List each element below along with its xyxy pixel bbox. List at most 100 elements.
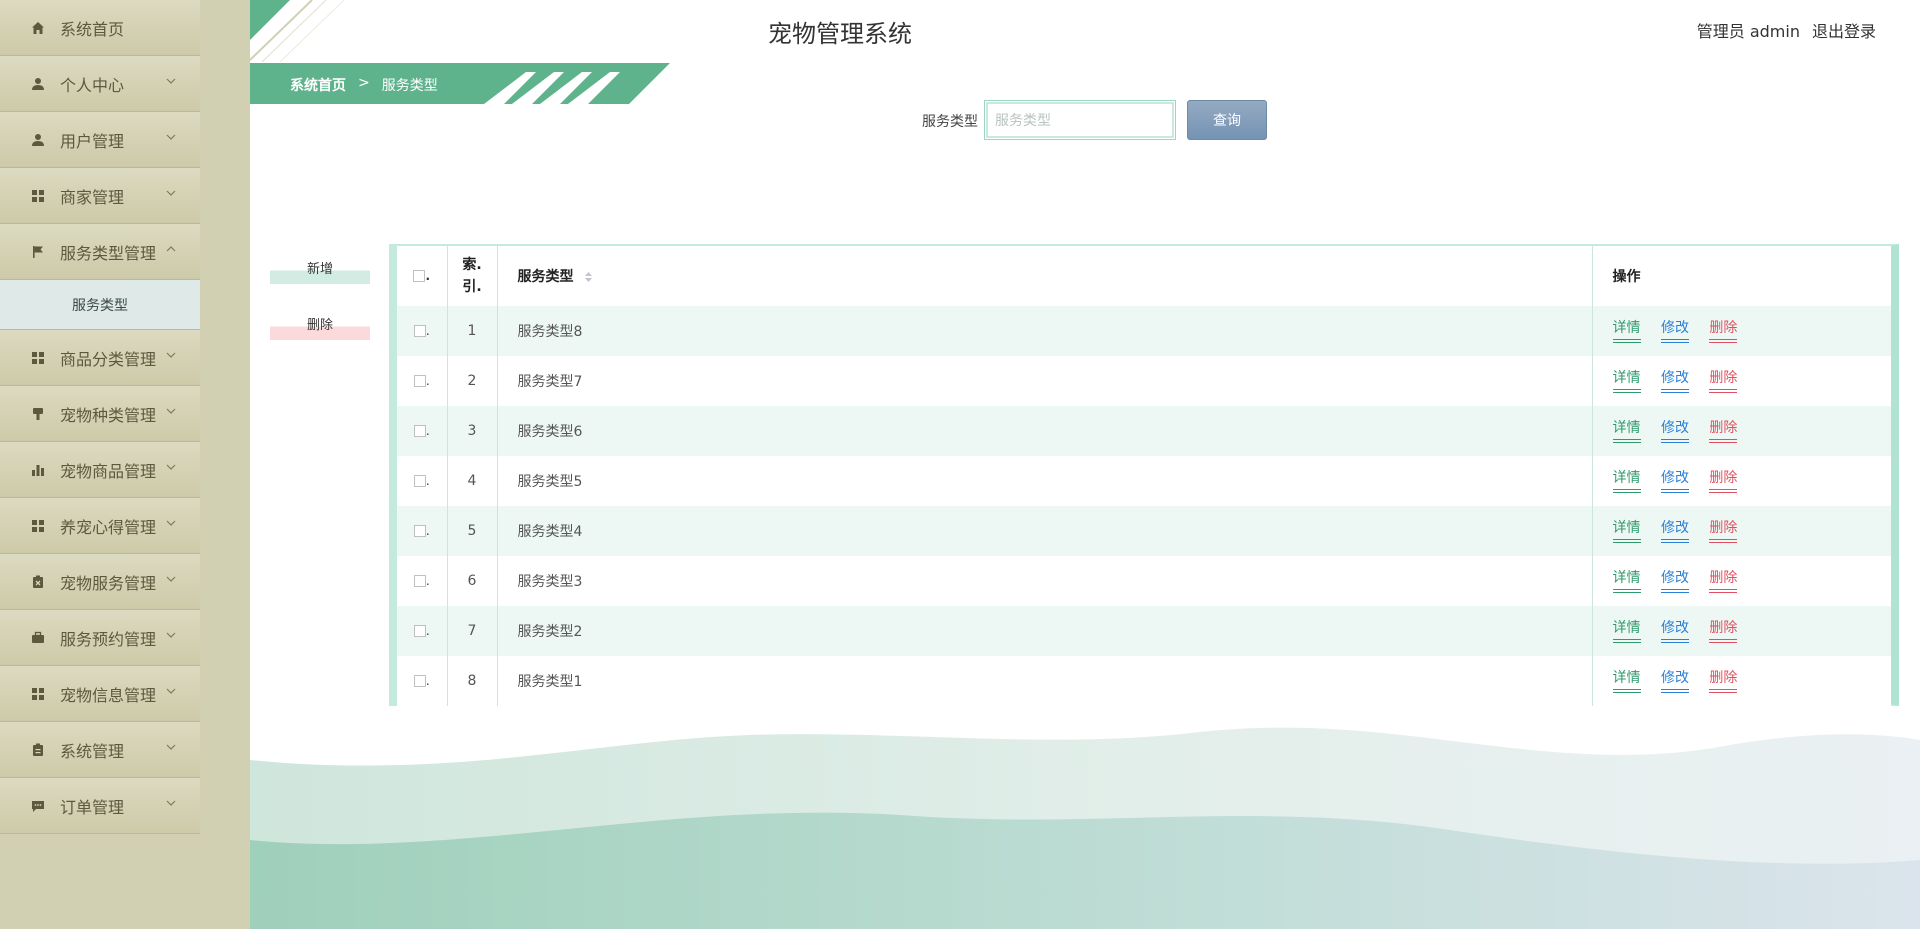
grid-icon (30, 350, 46, 366)
delete-link[interactable]: 删除 (1709, 419, 1738, 443)
table-row: . 8 服务类型1 详情 修改 删除 (397, 656, 1891, 706)
row-checkbox[interactable] (413, 475, 426, 487)
sort-icon[interactable] (584, 271, 593, 283)
row-index: 8 (447, 656, 498, 706)
breadcrumb-home[interactable]: 系统首页 (290, 75, 346, 95)
select-all-cell[interactable]: . (397, 246, 448, 306)
select-all-checkbox[interactable] (413, 270, 426, 282)
sidebar-item-merchant-management[interactable]: 商家管理 (0, 168, 200, 224)
delete-link[interactable]: 删除 (1709, 569, 1738, 593)
chevron-down-icon (166, 800, 176, 806)
user-area: 管理员 admin 退出登录 (1697, 18, 1876, 42)
table-row: . 7 服务类型2 详情 修改 删除 (397, 606, 1891, 656)
edit-link[interactable]: 修改 (1660, 519, 1689, 543)
detail-link[interactable]: 详情 (1612, 519, 1641, 543)
sidebar-item-home[interactable]: 系统首页 (0, 0, 200, 56)
delete-link[interactable]: 删除 (1709, 369, 1738, 393)
sidebar-item-label: 宠物种类管理 (60, 405, 157, 425)
add-button[interactable]: 新增 (270, 254, 370, 284)
sidebar-item-service-type-management[interactable]: 服务类型管理 (0, 224, 200, 280)
edit-link[interactable]: 修改 (1660, 619, 1689, 643)
user-label: 管理员 admin (1696, 22, 1800, 41)
row-service-type: 服务类型1 (497, 656, 1593, 706)
table-row: . 3 服务类型6 详情 修改 删除 (397, 406, 1891, 456)
search-input[interactable] (984, 100, 1176, 140)
header-decoration (250, 0, 345, 62)
row-index: 6 (447, 556, 498, 606)
sidebar-item-label: 系统首页 (60, 19, 125, 39)
table-row: . 5 服务类型4 详情 修改 删除 (397, 506, 1891, 556)
sidebar-item-label: 宠物商品管理 (60, 461, 157, 481)
table-header-row: . 索. 引. 服务类型 操作 (397, 246, 1891, 306)
sidebar-item-pet-product-management[interactable]: 宠物商品管理 (0, 442, 200, 498)
page-title: 宠物管理系统 (768, 20, 912, 48)
detail-link[interactable]: 详情 (1612, 569, 1641, 593)
delete-link[interactable]: 删除 (1709, 319, 1738, 343)
detail-link[interactable]: 详情 (1612, 319, 1641, 343)
table-row: . 4 服务类型5 详情 修改 删除 (397, 456, 1891, 506)
edit-link[interactable]: 修改 (1660, 669, 1689, 693)
sidebar-item-pet-experience-management[interactable]: 养宠心得管理 (0, 498, 200, 554)
home-icon (30, 20, 46, 36)
chat-icon (30, 798, 46, 814)
detail-link[interactable]: 详情 (1612, 669, 1641, 693)
edit-link[interactable]: 修改 (1660, 369, 1689, 393)
sidebar-item-system-management[interactable]: 系统管理 (0, 722, 200, 778)
sidebar-item-product-category-management[interactable]: 商品分类管理 (0, 330, 200, 386)
delete-button[interactable]: 删除 (270, 310, 370, 340)
bar-chart-icon (30, 462, 46, 478)
delete-link[interactable]: 删除 (1709, 469, 1738, 493)
sidebar-item-user-management[interactable]: 用户管理 (0, 112, 200, 168)
logout-link[interactable]: 退出登录 (1812, 18, 1876, 42)
submenu-item-service-type[interactable]: 服务类型 (0, 280, 200, 330)
sidebar-item-order-management[interactable]: 订单管理 (0, 778, 200, 834)
chevron-down-icon (166, 576, 176, 582)
brush-icon (30, 406, 46, 422)
sidebar-item-pet-species-management[interactable]: 宠物种类管理 (0, 386, 200, 442)
delete-link[interactable]: 删除 (1709, 619, 1738, 643)
detail-link[interactable]: 详情 (1612, 369, 1641, 393)
operations-header: 操作 (1612, 269, 1641, 285)
row-checkbox[interactable] (413, 625, 426, 637)
sidebar-item-service-booking-management[interactable]: 服务预约管理 (0, 610, 200, 666)
sidebar-item-pet-service-management[interactable]: 宠物服务管理 (0, 554, 200, 610)
clipboard-icon (30, 742, 46, 758)
detail-link[interactable]: 详情 (1612, 469, 1641, 493)
detail-link[interactable]: 详情 (1612, 419, 1641, 443)
sidebar-item-label: 服务预约管理 (60, 629, 157, 649)
row-checkbox[interactable] (413, 575, 426, 587)
row-checkbox[interactable] (413, 325, 426, 337)
query-button[interactable]: 查询 (1187, 100, 1267, 140)
sidebar-item-pet-info-management[interactable]: 宠物信息管理 (0, 666, 200, 722)
row-checkbox[interactable] (413, 675, 426, 687)
sidebar-item-label: 养宠心得管理 (60, 517, 157, 537)
sidebar-item-personal-center[interactable]: 个人中心 (0, 56, 200, 112)
sidebar-item-label: 个人中心 (60, 75, 125, 95)
edit-link[interactable]: 修改 (1660, 319, 1689, 343)
service-type-header[interactable]: 服务类型 (497, 246, 1593, 306)
sidebar-item-label: 服务类型管理 (60, 243, 157, 263)
row-service-type: 服务类型7 (497, 356, 1593, 406)
chevron-down-icon (166, 520, 176, 526)
row-service-type: 服务类型8 (497, 306, 1593, 356)
detail-link[interactable]: 详情 (1612, 619, 1641, 643)
row-checkbox[interactable] (413, 425, 426, 437)
user-icon (30, 132, 46, 148)
sidebar-item-label: 宠物信息管理 (60, 685, 157, 705)
breadcrumb-current: 服务类型 (381, 78, 438, 94)
row-checkbox[interactable] (413, 375, 426, 387)
edit-link[interactable]: 修改 (1660, 569, 1689, 593)
breadcrumb-separator: > (358, 75, 370, 91)
row-index: 2 (447, 356, 498, 406)
grid-icon (30, 518, 46, 534)
edit-link[interactable]: 修改 (1660, 469, 1689, 493)
edit-link[interactable]: 修改 (1660, 419, 1689, 443)
chevron-down-icon (166, 632, 176, 638)
chevron-up-icon (166, 246, 176, 252)
delete-link[interactable]: 删除 (1709, 669, 1738, 693)
sidebar-item-label: 用户管理 (60, 131, 125, 151)
sidebar-item-label: 系统管理 (60, 741, 125, 761)
row-checkbox[interactable] (413, 525, 426, 537)
clipboard-x-icon (30, 574, 46, 590)
delete-link[interactable]: 删除 (1709, 519, 1738, 543)
